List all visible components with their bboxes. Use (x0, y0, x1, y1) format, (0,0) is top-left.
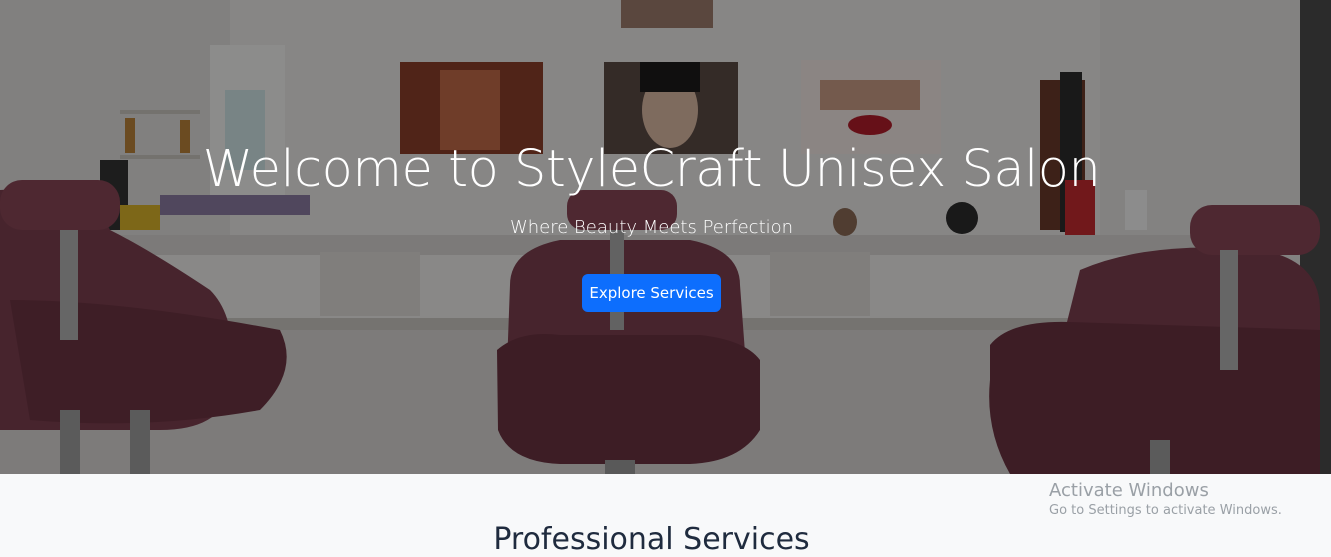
services-section-title: Professional Services (493, 522, 810, 557)
activate-windows-watermark: Activate Windows Go to Settings to activ… (1049, 480, 1282, 518)
explore-services-button[interactable]: Explore Services (582, 274, 721, 312)
watermark-subtitle: Go to Settings to activate Windows. (1049, 503, 1282, 518)
watermark-title: Activate Windows (1049, 480, 1209, 501)
hero-title: Welcome to StyleCraft Unisex Salon (202, 140, 1101, 199)
hero-subtitle: Where Beauty Meets Perfection (509, 217, 794, 238)
hero-section: Welcome to StyleCraft Unisex Salon Where… (0, 0, 1331, 474)
